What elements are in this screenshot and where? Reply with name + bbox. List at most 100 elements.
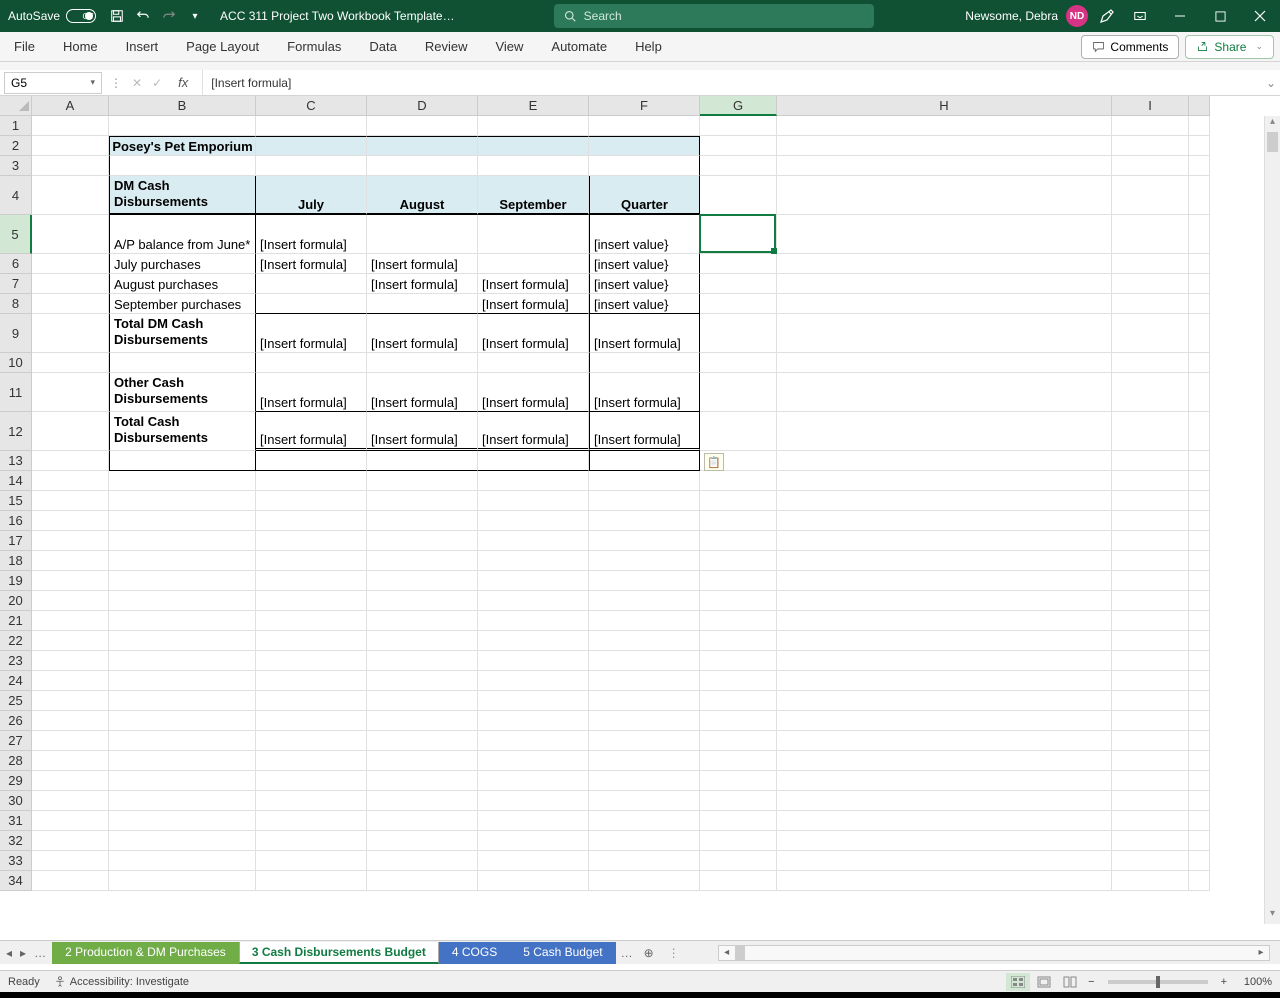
cell-E32[interactable] bbox=[478, 831, 589, 851]
cell-G11[interactable] bbox=[700, 373, 777, 412]
cell-A8[interactable] bbox=[32, 294, 109, 314]
add-sheet-button[interactable]: ⊕ bbox=[638, 946, 660, 960]
spreadsheet-grid[interactable]: ABCDEFGHI 123456789101112131415161718192… bbox=[0, 96, 1280, 924]
cell-C27[interactable] bbox=[256, 731, 367, 751]
cell-C23[interactable] bbox=[256, 651, 367, 671]
cell-H20[interactable] bbox=[777, 591, 1112, 611]
row-header-17[interactable]: 17 bbox=[0, 531, 32, 551]
cell-29[interactable] bbox=[1189, 771, 1210, 791]
cell-B18[interactable] bbox=[109, 551, 256, 571]
sheet-nav-next[interactable]: ▸ bbox=[20, 946, 26, 960]
cell-F26[interactable] bbox=[589, 711, 700, 731]
row-header-32[interactable]: 32 bbox=[0, 831, 32, 851]
undo-icon[interactable] bbox=[130, 3, 156, 29]
cell-26[interactable] bbox=[1189, 711, 1210, 731]
column-header-B[interactable]: B bbox=[109, 96, 256, 116]
cell-32[interactable] bbox=[1189, 831, 1210, 851]
cell-A27[interactable] bbox=[32, 731, 109, 751]
cell-B9[interactable]: Total DM Cash Disbursements bbox=[109, 314, 256, 353]
cell-I27[interactable] bbox=[1112, 731, 1189, 751]
column-header-end[interactable] bbox=[1189, 96, 1210, 116]
cell-I12[interactable] bbox=[1112, 412, 1189, 451]
cell-I13[interactable] bbox=[1112, 451, 1189, 471]
row-header-14[interactable]: 14 bbox=[0, 471, 32, 491]
row-header-23[interactable]: 23 bbox=[0, 651, 32, 671]
cell-H27[interactable] bbox=[777, 731, 1112, 751]
tab-insert[interactable]: Insert bbox=[112, 32, 173, 61]
row-header-28[interactable]: 28 bbox=[0, 751, 32, 771]
cell-G23[interactable] bbox=[700, 651, 777, 671]
column-header-F[interactable]: F bbox=[589, 96, 700, 116]
cell-C13[interactable] bbox=[256, 451, 367, 471]
cell-A34[interactable] bbox=[32, 871, 109, 891]
cell-B17[interactable] bbox=[109, 531, 256, 551]
cell-C21[interactable] bbox=[256, 611, 367, 631]
cell-I8[interactable] bbox=[1112, 294, 1189, 314]
cell-F31[interactable] bbox=[589, 811, 700, 831]
cell-F11[interactable]: [Insert formula] bbox=[589, 373, 700, 412]
formula-input[interactable]: [Insert formula] bbox=[203, 76, 1262, 90]
cell-D18[interactable] bbox=[367, 551, 478, 571]
cell-E22[interactable] bbox=[478, 631, 589, 651]
cell-F19[interactable] bbox=[589, 571, 700, 591]
cell-B14[interactable] bbox=[109, 471, 256, 491]
sheet-tab-production[interactable]: 2 Production & DM Purchases bbox=[52, 942, 239, 964]
row-header-15[interactable]: 15 bbox=[0, 491, 32, 511]
cell-A22[interactable] bbox=[32, 631, 109, 651]
cell-G14[interactable] bbox=[700, 471, 777, 491]
cell-D1[interactable] bbox=[367, 116, 478, 136]
cell-C4[interactable]: July bbox=[256, 176, 367, 215]
cell-I5[interactable] bbox=[1112, 215, 1189, 254]
cell-E34[interactable] bbox=[478, 871, 589, 891]
cell-C5[interactable]: [Insert formula] bbox=[256, 215, 367, 254]
row-header-3[interactable]: 3 bbox=[0, 156, 32, 176]
cell-14[interactable] bbox=[1189, 471, 1210, 491]
cell-G7[interactable] bbox=[700, 274, 777, 294]
cell-A10[interactable] bbox=[32, 353, 109, 373]
accessibility-status[interactable]: Accessibility: Investigate bbox=[54, 976, 189, 988]
cell-I15[interactable] bbox=[1112, 491, 1189, 511]
cell-20[interactable] bbox=[1189, 591, 1210, 611]
cell-B34[interactable] bbox=[109, 871, 256, 891]
cell-G27[interactable] bbox=[700, 731, 777, 751]
column-header-G[interactable]: G bbox=[700, 96, 777, 116]
cell-C34[interactable] bbox=[256, 871, 367, 891]
row-header-7[interactable]: 7 bbox=[0, 274, 32, 294]
cell-1[interactable] bbox=[1189, 116, 1210, 136]
cell-H2[interactable] bbox=[777, 136, 1112, 156]
cell-F9[interactable]: [Insert formula] bbox=[589, 314, 700, 353]
cell-E11[interactable]: [Insert formula] bbox=[478, 373, 589, 412]
cell-E24[interactable] bbox=[478, 671, 589, 691]
cell-E13[interactable] bbox=[478, 451, 589, 471]
cell-12[interactable] bbox=[1189, 412, 1210, 451]
select-all-corner[interactable] bbox=[0, 96, 32, 116]
cell-G3[interactable] bbox=[700, 156, 777, 176]
cell-28[interactable] bbox=[1189, 751, 1210, 771]
cell-H29[interactable] bbox=[777, 771, 1112, 791]
cell-D4[interactable]: August bbox=[367, 176, 478, 215]
cell-A17[interactable] bbox=[32, 531, 109, 551]
cell-B8[interactable]: September purchases bbox=[109, 294, 256, 314]
comments-button[interactable]: Comments bbox=[1081, 35, 1179, 59]
cell-B22[interactable] bbox=[109, 631, 256, 651]
cell-D34[interactable] bbox=[367, 871, 478, 891]
row-header-25[interactable]: 25 bbox=[0, 691, 32, 711]
cancel-formula-icon[interactable]: ✕ bbox=[132, 76, 142, 90]
cell-D9[interactable]: [Insert formula] bbox=[367, 314, 478, 353]
cell-H8[interactable] bbox=[777, 294, 1112, 314]
tab-review[interactable]: Review bbox=[411, 32, 482, 61]
cell-C22[interactable] bbox=[256, 631, 367, 651]
cell-B23[interactable] bbox=[109, 651, 256, 671]
cell-F29[interactable] bbox=[589, 771, 700, 791]
cell-C25[interactable] bbox=[256, 691, 367, 711]
cell-E16[interactable] bbox=[478, 511, 589, 531]
cell-G6[interactable] bbox=[700, 254, 777, 274]
cell-A30[interactable] bbox=[32, 791, 109, 811]
cell-I14[interactable] bbox=[1112, 471, 1189, 491]
cell-B29[interactable] bbox=[109, 771, 256, 791]
column-header-A[interactable]: A bbox=[32, 96, 109, 116]
cell-B32[interactable] bbox=[109, 831, 256, 851]
cell-D13[interactable] bbox=[367, 451, 478, 471]
cell-G34[interactable] bbox=[700, 871, 777, 891]
cell-D21[interactable] bbox=[367, 611, 478, 631]
